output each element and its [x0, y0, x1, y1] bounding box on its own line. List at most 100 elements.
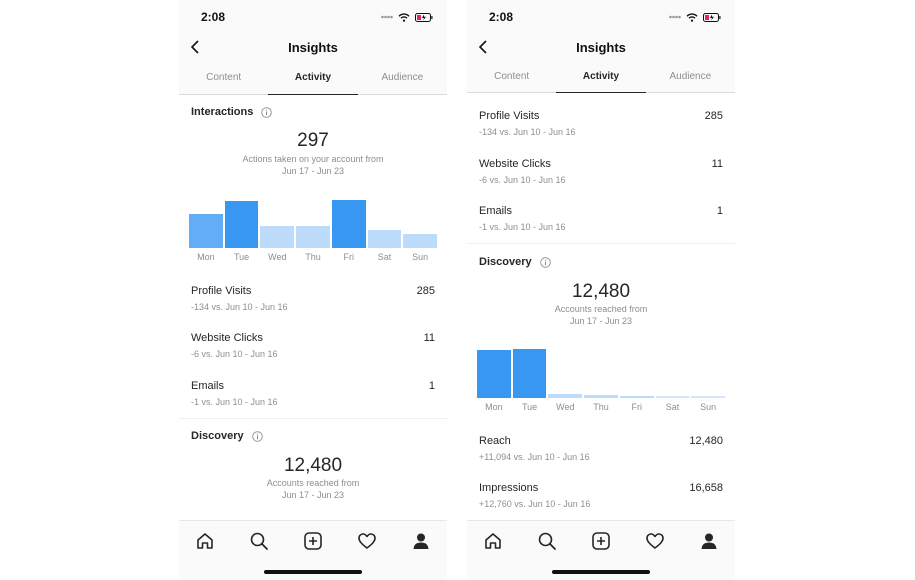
interactions-title: Interactions [191, 106, 254, 118]
add-post-icon[interactable] [591, 531, 611, 551]
chart-tick-label: Mon [485, 402, 503, 412]
discovery-total: 12,480 [283, 455, 343, 476]
chart-bar-fri [619, 396, 654, 398]
tab-bar: Content Activity Audience [467, 62, 735, 93]
section-divider [467, 243, 735, 244]
heart-icon[interactable] [645, 531, 665, 551]
home-icon[interactable] [195, 531, 215, 551]
stat-comparison: -1 vs. Jun 10 - Jun 16 [191, 397, 278, 407]
chart-tick-label: Sun [700, 402, 717, 412]
chart-bar-mon [477, 350, 511, 398]
signal-icon [381, 15, 393, 19]
nav-header: Insights [179, 32, 447, 62]
stat-label: Impressions [479, 482, 539, 494]
stat-value: 285 [416, 285, 435, 297]
chart-tick-label: Thu [305, 252, 321, 262]
chart-tick-label: Wed [556, 402, 575, 412]
stat-value: 12,480 [689, 435, 723, 447]
tab-audience[interactable]: Audience [358, 62, 447, 94]
stat-profile-visits[interactable]: Profile Visits 285 -134 vs. Jun 10 - Jun… [479, 110, 723, 144]
chart-bar-thu [584, 395, 618, 398]
interactions-total: 297 [297, 130, 329, 151]
interactions-bar-chart [189, 190, 438, 248]
interactions-day-labels: Mon Tue Wed Thu Fri Sat Sun [189, 252, 437, 262]
home-indicator [552, 570, 650, 574]
chart-tick-label: Wed [268, 252, 287, 262]
signal-icon [669, 15, 681, 19]
add-post-icon[interactable] [303, 531, 323, 551]
page-title: Insights [288, 40, 338, 55]
discovery-heading: Discovery [479, 256, 551, 268]
stat-website-clicks[interactable]: Website Clicks 11 -6 vs. Jun 10 - Jun 16 [191, 332, 435, 366]
chart-bar-wed [548, 394, 583, 398]
stat-label: Profile Visits [479, 110, 540, 122]
status-time: 2:08 [201, 10, 226, 24]
home-icon[interactable] [483, 531, 503, 551]
stat-emails[interactable]: Emails 1 -1 vs. Jun 10 - Jun 16 [479, 205, 723, 239]
info-icon[interactable] [539, 256, 551, 268]
wifi-icon [686, 12, 698, 22]
stat-website-clicks[interactable]: Website Clicks 11 -6 vs. Jun 10 - Jun 16 [479, 158, 723, 192]
chart-tick-label: Fri [631, 402, 642, 412]
home-indicator [264, 570, 362, 574]
chart-bar-wed [260, 226, 295, 248]
tab-content[interactable]: Content [179, 62, 268, 94]
status-time: 2:08 [489, 10, 514, 24]
tab-content[interactable]: Content [467, 62, 556, 92]
discovery-heading: Discovery [191, 430, 263, 442]
discovery-caption: Accounts reached from Jun 17 - Jun 23 [179, 477, 447, 501]
chart-bar-mon [189, 214, 223, 248]
bottom-tab-bar [179, 520, 447, 580]
info-icon[interactable] [251, 430, 263, 442]
stat-impressions[interactable]: Impressions 16,658 +12,760 vs. Jun 10 - … [479, 482, 723, 516]
discovery-caption-range: Jun 17 - Jun 23 [569, 316, 633, 326]
stat-label: Profile Visits [191, 285, 252, 297]
search-icon[interactable] [537, 531, 557, 551]
tab-activity[interactable]: Activity [556, 62, 646, 93]
chart-bar-tue [512, 349, 547, 398]
tab-audience[interactable]: Audience [646, 62, 735, 92]
interactions-heading: Interactions [191, 106, 273, 118]
chart-tick-label: Sat [377, 252, 392, 262]
discovery-caption: Accounts reached from Jun 17 - Jun 23 [467, 303, 735, 327]
discovery-day-labels: Mon Tue Wed Thu Fri Sat Sun [477, 402, 725, 412]
chart-bar-sat [367, 230, 402, 248]
stat-label: Website Clicks [479, 158, 551, 170]
tab-bar: Content Activity Audience [179, 62, 447, 95]
chart-tick-label: Thu [593, 402, 609, 412]
stat-label: Website Clicks [191, 332, 263, 344]
page-title: Insights [576, 40, 626, 55]
bottom-tab-bar [467, 520, 735, 580]
profile-icon[interactable] [699, 531, 719, 551]
status-bar: 2:08 [179, 0, 447, 32]
stat-comparison: +11,094 vs. Jun 10 - Jun 16 [479, 452, 590, 462]
stat-value: 1 [428, 380, 435, 392]
chart-bar-fri [331, 200, 366, 248]
stat-emails[interactable]: Emails 1 -1 vs. Jun 10 - Jun 16 [191, 380, 435, 414]
search-icon[interactable] [249, 531, 269, 551]
interactions-caption: Actions taken on your account from Jun 1… [179, 153, 447, 177]
stat-comparison: -134 vs. Jun 10 - Jun 16 [479, 127, 576, 137]
stat-value: 1 [716, 205, 723, 217]
section-divider [179, 418, 447, 419]
tab-activity[interactable]: Activity [268, 62, 358, 95]
heart-icon[interactable] [357, 531, 377, 551]
stat-label: Emails [479, 205, 513, 217]
stat-comparison: -6 vs. Jun 10 - Jun 16 [191, 349, 278, 359]
chart-tick-label: Tue [521, 402, 538, 412]
discovery-title: Discovery [191, 430, 244, 442]
phone-screen-right: 2:08 Insights Content Activity Audience … [467, 0, 735, 580]
chart-tick-label: Tue [233, 252, 250, 262]
battery-icon [703, 12, 721, 22]
info-icon[interactable] [261, 106, 273, 118]
chart-tick-label: Fri [343, 252, 354, 262]
stat-label: Reach [479, 435, 511, 447]
stat-reach[interactable]: Reach 12,480 +11,094 vs. Jun 10 - Jun 16 [479, 435, 723, 469]
stat-comparison: -6 vs. Jun 10 - Jun 16 [479, 175, 566, 185]
chart-tick-label: Mon [197, 252, 215, 262]
profile-icon[interactable] [411, 531, 431, 551]
stat-profile-visits[interactable]: Profile Visits 285 -134 vs. Jun 10 - Jun… [191, 285, 435, 319]
battery-icon [415, 12, 433, 22]
stat-value: 11 [711, 158, 723, 170]
nav-header: Insights [467, 32, 735, 62]
